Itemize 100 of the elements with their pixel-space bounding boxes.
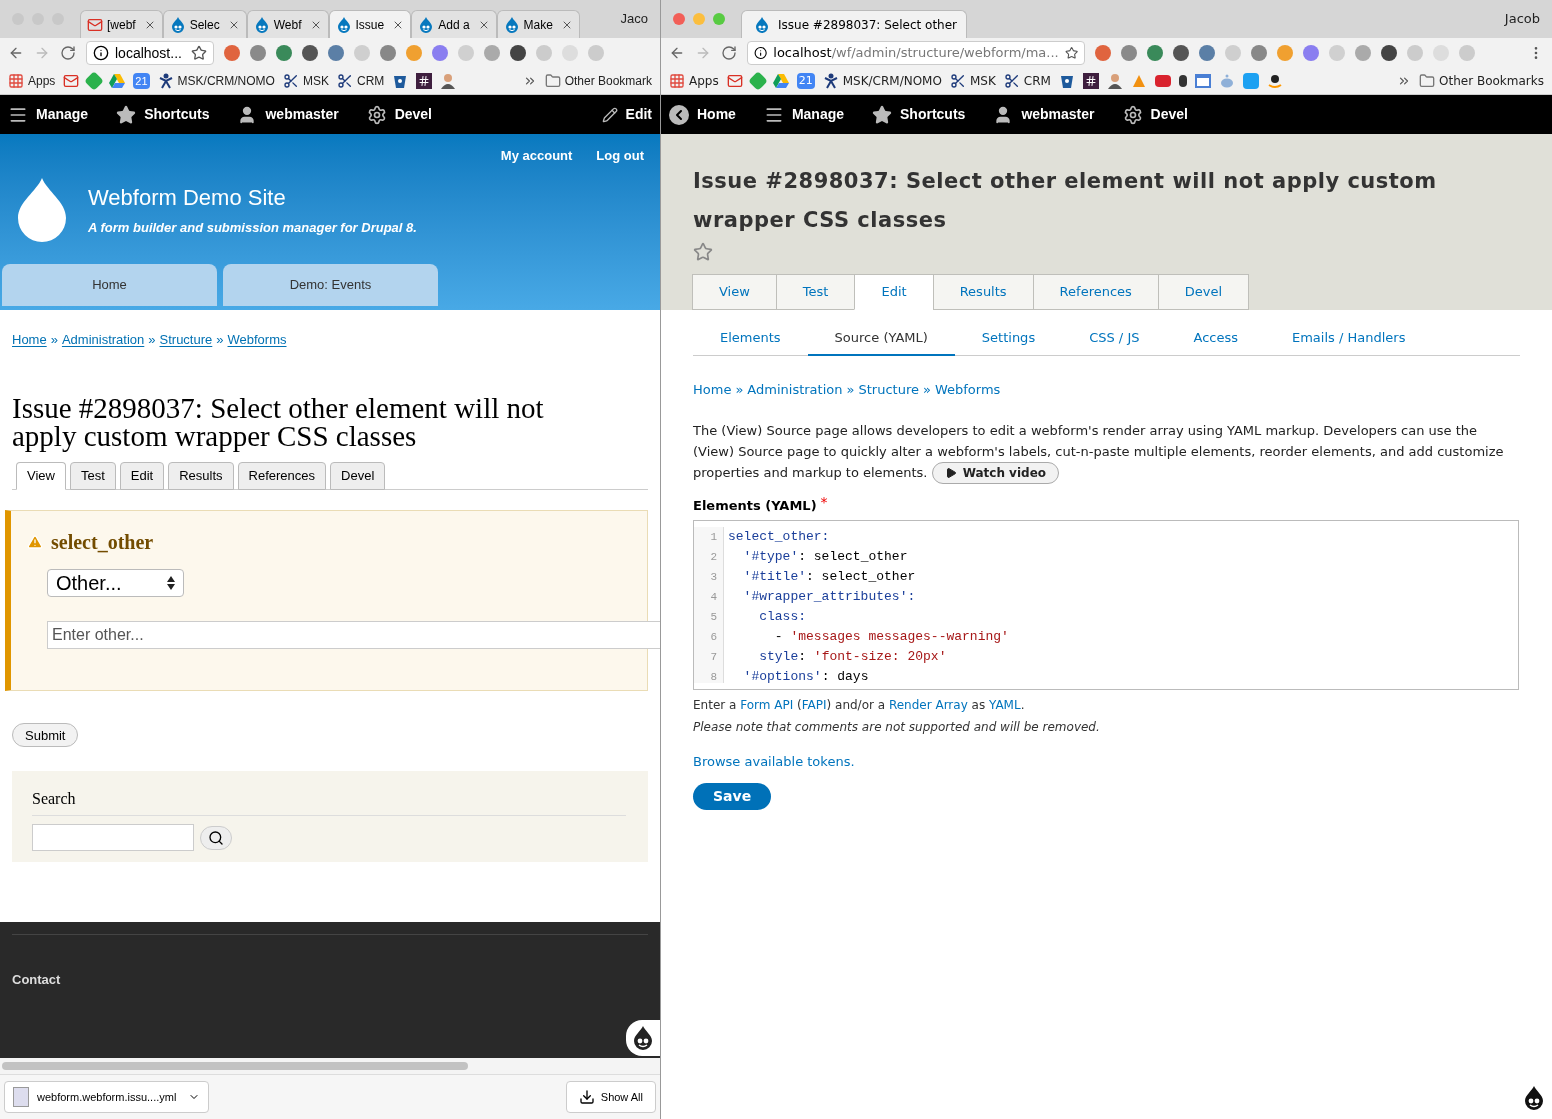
bookmark[interactable]: Apps <box>8 72 56 90</box>
profile-name[interactable]: Jacob <box>1504 9 1544 29</box>
breadcrumb-link[interactable]: Webforms <box>934 380 1001 400</box>
nav-link[interactable]: Home <box>2 264 217 306</box>
primary-tab[interactable]: Edit <box>854 274 934 310</box>
secondary-tab[interactable]: Settings <box>954 322 1063 356</box>
watch-video-button[interactable]: Watch video <box>931 462 1059 484</box>
back-button[interactable] <box>669 45 685 61</box>
browse-tokens-link[interactable]: Browse available tokens. <box>693 751 855 771</box>
secondary-tab[interactable]: CSS / JS <box>1062 322 1167 356</box>
bookmark-star-icon[interactable] <box>191 45 207 61</box>
browser-tab[interactable]: Issue <box>328 10 412 38</box>
breadcrumb-link[interactable]: Structure <box>159 330 213 350</box>
extension-icon[interactable] <box>1173 45 1189 61</box>
local-tab[interactable]: Edit <box>119 461 165 490</box>
browser-tab[interactable]: Add a <box>411 10 497 38</box>
bookmark[interactable]: MSK <box>949 72 996 90</box>
download-item[interactable]: webform.webform.issu....yml <box>4 1081 209 1113</box>
toolbar-item[interactable]: Shortcuts <box>872 104 966 125</box>
info-icon[interactable] <box>93 45 109 61</box>
bookmark[interactable]: MSK/CRM/NOMO <box>157 72 275 90</box>
breadcrumb-link[interactable]: Webforms <box>227 330 287 350</box>
calendar-icon[interactable]: 21 <box>796 73 815 89</box>
search-button[interactable] <box>200 825 232 850</box>
bookmark[interactable]: Apps <box>669 72 719 90</box>
bookmark[interactable]: MSK <box>282 72 329 90</box>
favorite-star-icon[interactable] <box>693 242 713 262</box>
toolbar-item[interactable]: Manage <box>763 104 845 125</box>
local-tab[interactable]: Test <box>69 461 116 490</box>
address-bar[interactable]: localhost... <box>86 41 214 65</box>
primary-tab[interactable]: Results <box>932 274 1034 310</box>
toolbar-item[interactable]: Shortcuts <box>116 104 210 125</box>
toolbar-item[interactable]: webmaster <box>237 104 339 125</box>
extension-icon[interactable] <box>302 45 318 61</box>
browser-tab[interactable]: Issue #2898037: Select other <box>741 10 967 38</box>
secondary-tab[interactable]: Elements <box>693 322 808 356</box>
primary-tab[interactable]: View <box>692 274 777 310</box>
browser-tab[interactable]: Webf <box>246 10 329 38</box>
show-all-button[interactable]: Show All <box>565 1081 656 1113</box>
extension-icon[interactable] <box>276 45 292 61</box>
toolbar-item[interactable]: Home <box>669 104 736 125</box>
help-link[interactable]: Form API <box>740 697 794 712</box>
scrollbar[interactable] <box>2 1062 468 1070</box>
local-tab[interactable]: View <box>16 461 66 490</box>
toolbar-item[interactable]: Manage <box>8 104 89 125</box>
address-bar[interactable]: localhost/wf/admin/structure/webform/ma... <box>747 41 1085 65</box>
footer-link[interactable]: Contact <box>12 972 61 987</box>
browser-tab[interactable]: Make <box>496 10 580 38</box>
site-name[interactable]: Webform Demo Site <box>88 181 417 215</box>
info-icon[interactable] <box>754 45 768 61</box>
toolbar-item[interactable]: Devel <box>1122 104 1188 125</box>
bookmark-star-icon[interactable] <box>1064 45 1078 61</box>
forward-button[interactable] <box>34 45 50 61</box>
other-bookmarks[interactable]: Other Bookmark <box>544 72 652 90</box>
local-tab[interactable]: References <box>237 461 327 490</box>
submit-button[interactable]: Submit <box>12 723 79 748</box>
secondary-tab[interactable]: Source (YAML) <box>807 322 955 356</box>
other-input[interactable]: Enter other... <box>47 620 660 649</box>
browser-tab[interactable]: Selec <box>162 10 247 38</box>
window-control[interactable] <box>673 13 685 25</box>
other-bookmarks[interactable]: Other Bookmarks <box>1419 72 1544 90</box>
bookmark[interactable]: CRM <box>1003 72 1051 90</box>
extension-icon[interactable] <box>510 45 526 61</box>
user-link[interactable]: Log out <box>596 146 644 166</box>
nav-link[interactable]: Demo: Events <box>223 264 438 306</box>
edit-toolbar-item[interactable]: Edit <box>601 104 652 125</box>
breadcrumb-link[interactable]: Administration <box>747 380 843 400</box>
help-link[interactable]: FAPI <box>801 697 827 712</box>
profile-name[interactable]: Jaco <box>620 9 652 29</box>
secondary-tab[interactable]: Emails / Handlers <box>1265 322 1433 356</box>
primary-tab[interactable]: Devel <box>1157 274 1250 310</box>
reload-button[interactable] <box>60 45 76 61</box>
extension-icon[interactable] <box>1381 45 1397 61</box>
breadcrumb-link[interactable]: Home <box>12 330 47 350</box>
toolbar-item[interactable]: webmaster <box>993 104 1095 125</box>
browser-tab[interactable]: [webf <box>80 10 163 38</box>
bookmark[interactable]: CRM <box>336 72 385 90</box>
secondary-tab[interactable]: Access <box>1166 322 1265 356</box>
primary-tab[interactable]: References <box>1032 274 1159 310</box>
search-field[interactable] <box>32 824 194 852</box>
extension-icon[interactable] <box>328 45 344 61</box>
save-button[interactable]: Save <box>693 783 772 810</box>
reload-button[interactable] <box>721 45 737 61</box>
help-link[interactable]: Render Array <box>888 697 968 712</box>
breadcrumb-link[interactable]: Home <box>693 380 732 400</box>
help-link[interactable]: YAML <box>989 697 1021 712</box>
local-tab[interactable]: Results <box>168 461 234 490</box>
breadcrumb-link[interactable]: Structure <box>858 380 919 400</box>
back-button[interactable] <box>8 45 24 61</box>
local-tab[interactable]: Devel <box>330 461 386 490</box>
extension-icon[interactable] <box>1147 45 1163 61</box>
forward-button[interactable] <box>695 45 711 61</box>
primary-tab[interactable]: Test <box>775 274 856 310</box>
user-link[interactable]: My account <box>500 146 573 166</box>
calendar-icon[interactable]: 21 <box>133 73 150 89</box>
breadcrumb-link[interactable]: Administration <box>61 330 145 350</box>
extension-icon[interactable] <box>1199 45 1215 61</box>
bookmark[interactable]: MSK/CRM/NOMO <box>822 72 942 90</box>
code-editor[interactable]: 1 2 3 4 5 6 7 8 select_other: '#type': select_other '#title': select_other '#wrapper_attributes': class: - 'messages messages--warning' style: 'font-size: 20px' '#options': days <box>693 519 1519 690</box>
select-field[interactable]: Other... <box>47 568 184 597</box>
